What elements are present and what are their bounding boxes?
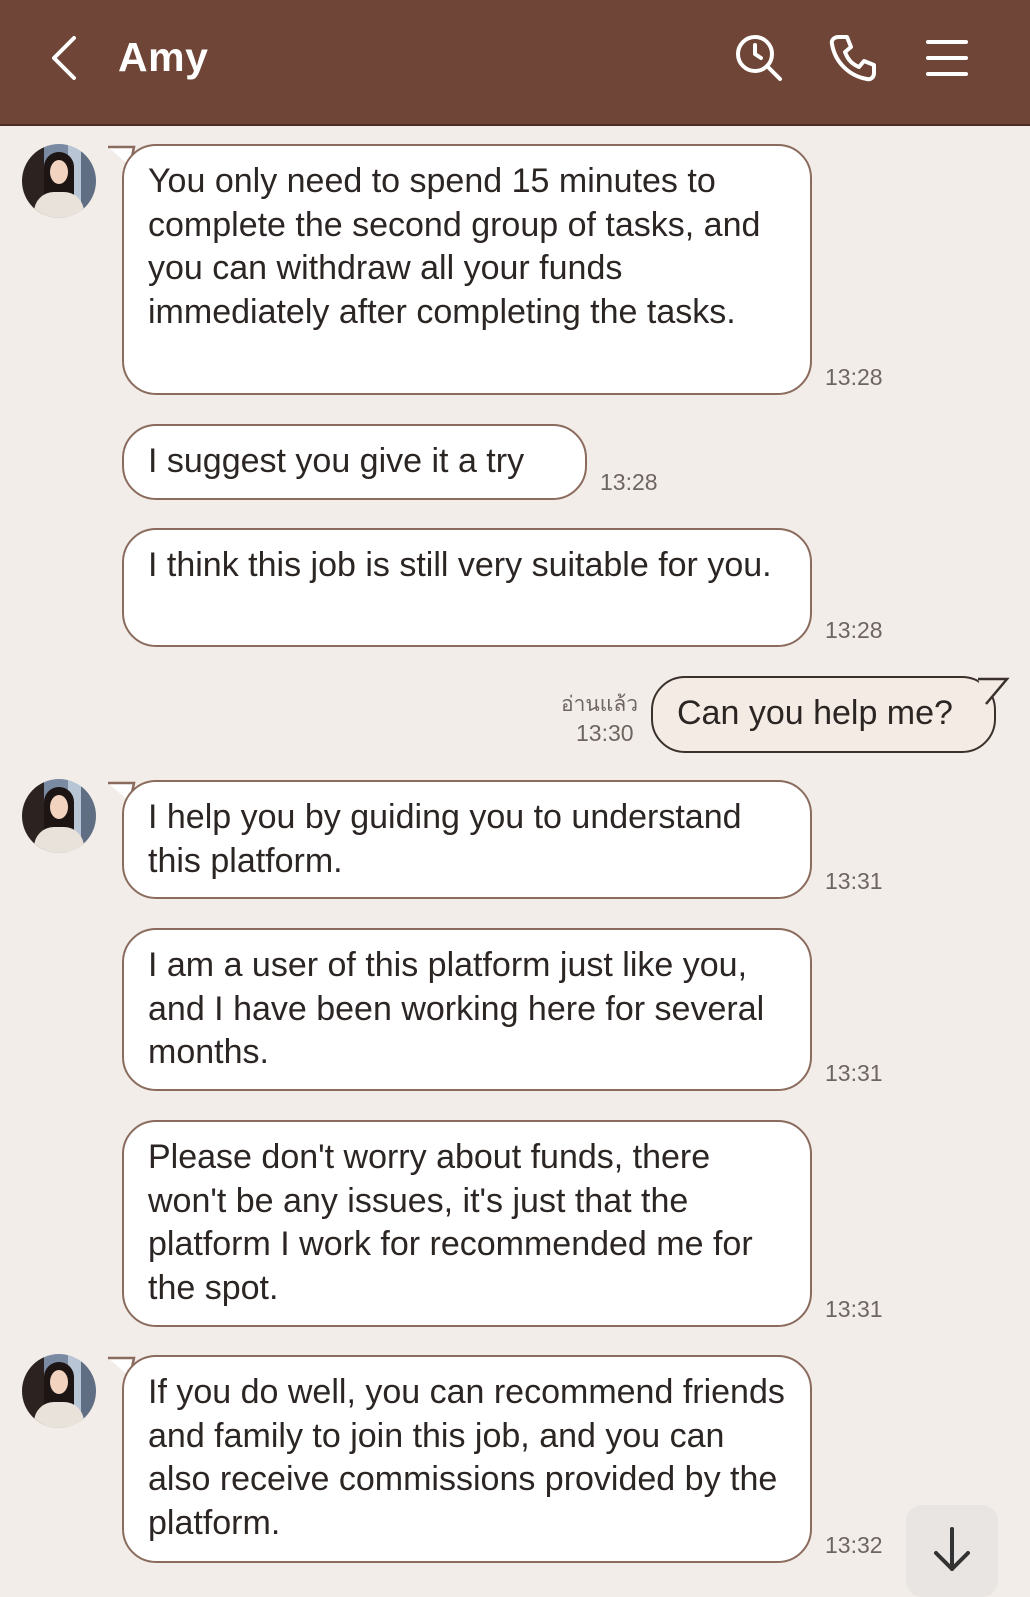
- message-time: 13:28: [825, 364, 883, 390]
- message-time: 13:31: [825, 1296, 883, 1322]
- message-bubble[interactable]: If you do well, you can recommend friend…: [122, 1355, 812, 1563]
- message-bubble[interactable]: I suggest you give it a try: [122, 424, 587, 500]
- chevron-left-icon: [52, 36, 76, 80]
- menu-icon: [926, 40, 968, 76]
- contact-name[interactable]: Amy: [118, 34, 208, 81]
- message-time: 13:32: [825, 1532, 883, 1558]
- message-time: 13:31: [825, 868, 883, 894]
- message-time: 13:28: [825, 617, 883, 643]
- message-bubble[interactable]: I am a user of this platform just like y…: [122, 928, 812, 1091]
- arrow-down-icon: [934, 1527, 970, 1571]
- avatar[interactable]: [22, 779, 96, 853]
- bubble-tail: [978, 677, 1010, 705]
- message-bubble[interactable]: You only need to spend 15 minutes to com…: [122, 144, 812, 395]
- chat-header: Amy: [0, 0, 1030, 126]
- avatar[interactable]: [22, 144, 96, 218]
- call-button[interactable]: [825, 27, 881, 89]
- scroll-to-bottom-button[interactable]: [906, 1505, 998, 1597]
- back-button[interactable]: [36, 27, 92, 89]
- message-bubble[interactable]: Please don't worry about funds, there wo…: [122, 1120, 812, 1327]
- message-time: 13:30: [576, 720, 634, 746]
- read-receipt: อ่านแล้ว: [561, 693, 638, 716]
- search-icon: [736, 35, 782, 81]
- message-time: 13:28: [600, 469, 658, 495]
- search-button[interactable]: [731, 27, 787, 89]
- phone-icon: [829, 35, 876, 82]
- menu-button[interactable]: [918, 27, 974, 89]
- message-time: 13:31: [825, 1060, 883, 1086]
- message-bubble[interactable]: I think this job is still very suitable …: [122, 528, 812, 647]
- message-bubble-outgoing[interactable]: Can you help me?: [651, 676, 996, 753]
- avatar[interactable]: [22, 1354, 96, 1428]
- message-bubble[interactable]: I help you by guiding you to understand …: [122, 780, 812, 899]
